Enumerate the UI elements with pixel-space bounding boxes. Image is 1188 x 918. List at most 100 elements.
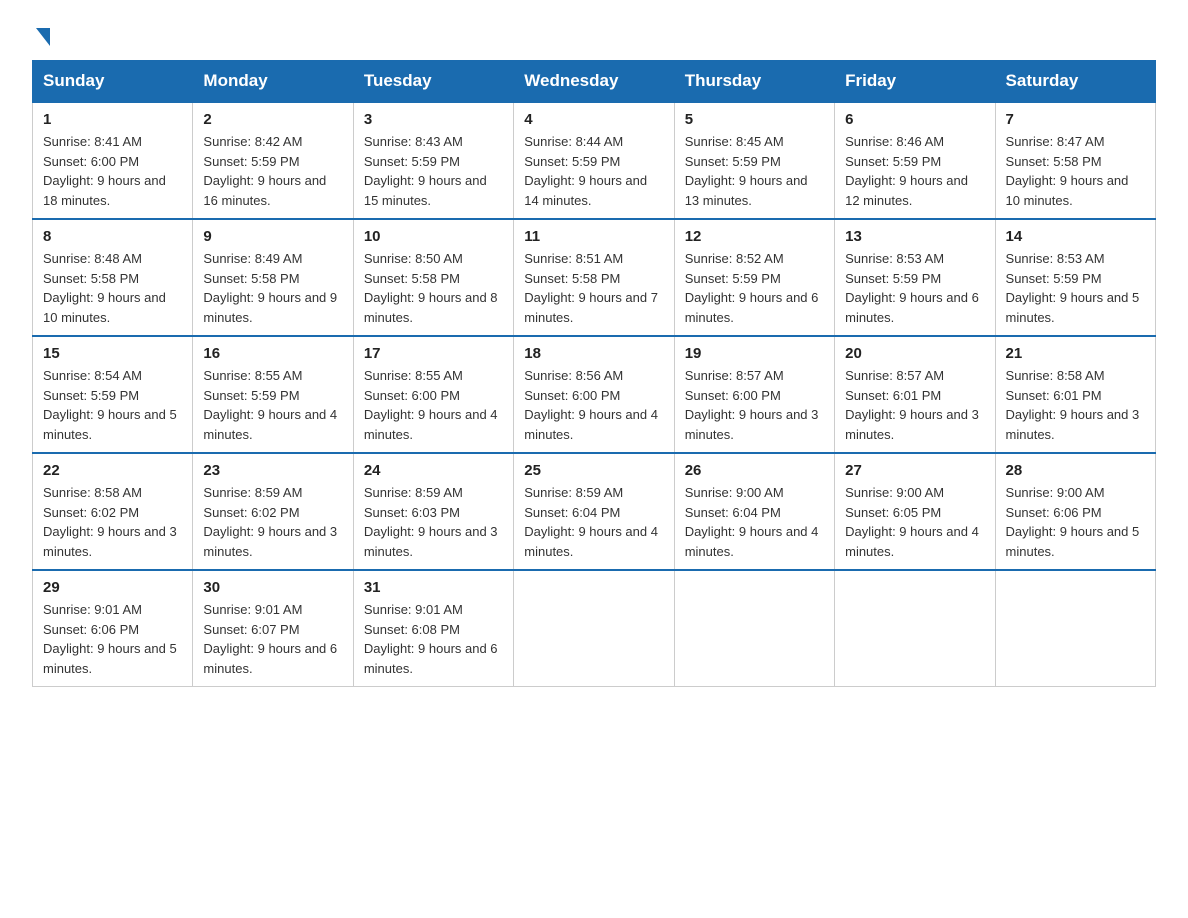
day-cell: 23 Sunrise: 8:59 AMSunset: 6:02 PMDayligh… bbox=[193, 453, 353, 570]
day-number: 14 bbox=[1006, 228, 1145, 245]
day-info: Sunrise: 8:53 AMSunset: 5:59 PMDaylight:… bbox=[845, 249, 984, 327]
day-number: 24 bbox=[364, 462, 503, 479]
day-info: Sunrise: 8:53 AMSunset: 5:59 PMDaylight:… bbox=[1006, 249, 1145, 327]
day-number: 1 bbox=[43, 111, 182, 128]
day-info: Sunrise: 8:59 AMSunset: 6:04 PMDaylight:… bbox=[524, 483, 663, 561]
day-cell bbox=[514, 570, 674, 687]
day-cell: 21 Sunrise: 8:58 AMSunset: 6:01 PMDayligh… bbox=[995, 336, 1155, 453]
calendar-table: SundayMondayTuesdayWednesdayThursdayFrid… bbox=[32, 60, 1156, 687]
day-cell: 20 Sunrise: 8:57 AMSunset: 6:01 PMDayligh… bbox=[835, 336, 995, 453]
day-cell: 8 Sunrise: 8:48 AMSunset: 5:58 PMDaylight… bbox=[33, 219, 193, 336]
day-info: Sunrise: 9:00 AMSunset: 6:04 PMDaylight:… bbox=[685, 483, 824, 561]
week-row-1: 1 Sunrise: 8:41 AMSunset: 6:00 PMDaylight… bbox=[33, 102, 1156, 219]
col-header-thursday: Thursday bbox=[674, 61, 834, 103]
day-cell: 29 Sunrise: 9:01 AMSunset: 6:06 PMDayligh… bbox=[33, 570, 193, 687]
day-number: 2 bbox=[203, 111, 342, 128]
day-info: Sunrise: 8:48 AMSunset: 5:58 PMDaylight:… bbox=[43, 249, 182, 327]
col-header-monday: Monday bbox=[193, 61, 353, 103]
days-header-row: SundayMondayTuesdayWednesdayThursdayFrid… bbox=[33, 61, 1156, 103]
day-info: Sunrise: 9:01 AMSunset: 6:06 PMDaylight:… bbox=[43, 600, 182, 678]
day-info: Sunrise: 8:55 AMSunset: 6:00 PMDaylight:… bbox=[364, 366, 503, 444]
col-header-friday: Friday bbox=[835, 61, 995, 103]
day-number: 20 bbox=[845, 345, 984, 362]
logo bbox=[32, 24, 50, 42]
day-number: 6 bbox=[845, 111, 984, 128]
day-number: 21 bbox=[1006, 345, 1145, 362]
day-cell bbox=[835, 570, 995, 687]
day-number: 17 bbox=[364, 345, 503, 362]
day-info: Sunrise: 8:55 AMSunset: 5:59 PMDaylight:… bbox=[203, 366, 342, 444]
day-cell: 6 Sunrise: 8:46 AMSunset: 5:59 PMDaylight… bbox=[835, 102, 995, 219]
day-info: Sunrise: 8:51 AMSunset: 5:58 PMDaylight:… bbox=[524, 249, 663, 327]
week-row-2: 8 Sunrise: 8:48 AMSunset: 5:58 PMDaylight… bbox=[33, 219, 1156, 336]
day-cell: 26 Sunrise: 9:00 AMSunset: 6:04 PMDayligh… bbox=[674, 453, 834, 570]
day-info: Sunrise: 8:57 AMSunset: 6:00 PMDaylight:… bbox=[685, 366, 824, 444]
day-number: 23 bbox=[203, 462, 342, 479]
day-info: Sunrise: 8:42 AMSunset: 5:59 PMDaylight:… bbox=[203, 132, 342, 210]
day-info: Sunrise: 8:59 AMSunset: 6:02 PMDaylight:… bbox=[203, 483, 342, 561]
col-header-saturday: Saturday bbox=[995, 61, 1155, 103]
day-info: Sunrise: 9:01 AMSunset: 6:07 PMDaylight:… bbox=[203, 600, 342, 678]
day-number: 22 bbox=[43, 462, 182, 479]
day-cell: 14 Sunrise: 8:53 AMSunset: 5:59 PMDayligh… bbox=[995, 219, 1155, 336]
col-header-sunday: Sunday bbox=[33, 61, 193, 103]
day-cell: 7Sunrise: 8:47 AMSunset: 5:58 PMDaylight… bbox=[995, 102, 1155, 219]
day-cell: 17 Sunrise: 8:55 AMSunset: 6:00 PMDayligh… bbox=[353, 336, 513, 453]
day-number: 10 bbox=[364, 228, 503, 245]
day-cell: 2 Sunrise: 8:42 AMSunset: 5:59 PMDaylight… bbox=[193, 102, 353, 219]
day-info: Sunrise: 8:52 AMSunset: 5:59 PMDaylight:… bbox=[685, 249, 824, 327]
day-cell: 9 Sunrise: 8:49 AMSunset: 5:58 PMDaylight… bbox=[193, 219, 353, 336]
day-number: 29 bbox=[43, 579, 182, 596]
day-info: Sunrise: 8:56 AMSunset: 6:00 PMDaylight:… bbox=[524, 366, 663, 444]
day-cell: 18 Sunrise: 8:56 AMSunset: 6:00 PMDayligh… bbox=[514, 336, 674, 453]
day-cell: 1 Sunrise: 8:41 AMSunset: 6:00 PMDaylight… bbox=[33, 102, 193, 219]
day-info: Sunrise: 9:00 AMSunset: 6:05 PMDaylight:… bbox=[845, 483, 984, 561]
day-cell: 4 Sunrise: 8:44 AMSunset: 5:59 PMDaylight… bbox=[514, 102, 674, 219]
day-number: 9 bbox=[203, 228, 342, 245]
day-info: Sunrise: 8:50 AMSunset: 5:58 PMDaylight:… bbox=[364, 249, 503, 327]
day-info: Sunrise: 8:58 AMSunset: 6:01 PMDaylight:… bbox=[1006, 366, 1145, 444]
day-number: 7 bbox=[1006, 111, 1145, 128]
day-info: Sunrise: 8:57 AMSunset: 6:01 PMDaylight:… bbox=[845, 366, 984, 444]
day-info: Sunrise: 8:58 AMSunset: 6:02 PMDaylight:… bbox=[43, 483, 182, 561]
day-info: Sunrise: 8:49 AMSunset: 5:58 PMDaylight:… bbox=[203, 249, 342, 327]
day-cell: 11Sunrise: 8:51 AMSunset: 5:58 PMDayligh… bbox=[514, 219, 674, 336]
day-cell: 31Sunrise: 9:01 AMSunset: 6:08 PMDayligh… bbox=[353, 570, 513, 687]
day-number: 26 bbox=[685, 462, 824, 479]
day-cell: 3 Sunrise: 8:43 AMSunset: 5:59 PMDaylight… bbox=[353, 102, 513, 219]
col-header-tuesday: Tuesday bbox=[353, 61, 513, 103]
day-info: Sunrise: 9:00 AMSunset: 6:06 PMDaylight:… bbox=[1006, 483, 1145, 561]
day-number: 3 bbox=[364, 111, 503, 128]
col-header-wednesday: Wednesday bbox=[514, 61, 674, 103]
day-cell: 12 Sunrise: 8:52 AMSunset: 5:59 PMDayligh… bbox=[674, 219, 834, 336]
day-number: 18 bbox=[524, 345, 663, 362]
day-number: 30 bbox=[203, 579, 342, 596]
day-number: 25 bbox=[524, 462, 663, 479]
day-number: 8 bbox=[43, 228, 182, 245]
day-info: Sunrise: 8:44 AMSunset: 5:59 PMDaylight:… bbox=[524, 132, 663, 210]
logo-triangle-icon bbox=[36, 28, 50, 46]
day-cell: 5 Sunrise: 8:45 AMSunset: 5:59 PMDaylight… bbox=[674, 102, 834, 219]
day-info: Sunrise: 8:46 AMSunset: 5:59 PMDaylight:… bbox=[845, 132, 984, 210]
day-info: Sunrise: 9:01 AMSunset: 6:08 PMDaylight:… bbox=[364, 600, 503, 678]
day-cell: 15 Sunrise: 8:54 AMSunset: 5:59 PMDayligh… bbox=[33, 336, 193, 453]
day-number: 19 bbox=[685, 345, 824, 362]
day-number: 5 bbox=[685, 111, 824, 128]
day-cell: 27 Sunrise: 9:00 AMSunset: 6:05 PMDayligh… bbox=[835, 453, 995, 570]
day-info: Sunrise: 8:43 AMSunset: 5:59 PMDaylight:… bbox=[364, 132, 503, 210]
day-number: 12 bbox=[685, 228, 824, 245]
day-number: 15 bbox=[43, 345, 182, 362]
day-number: 16 bbox=[203, 345, 342, 362]
day-cell bbox=[674, 570, 834, 687]
day-number: 4 bbox=[524, 111, 663, 128]
day-number: 27 bbox=[845, 462, 984, 479]
day-info: Sunrise: 8:54 AMSunset: 5:59 PMDaylight:… bbox=[43, 366, 182, 444]
day-info: Sunrise: 8:41 AMSunset: 6:00 PMDaylight:… bbox=[43, 132, 182, 210]
day-cell: 22 Sunrise: 8:58 AMSunset: 6:02 PMDayligh… bbox=[33, 453, 193, 570]
day-cell: 28Sunrise: 9:00 AMSunset: 6:06 PMDayligh… bbox=[995, 453, 1155, 570]
day-info: Sunrise: 8:45 AMSunset: 5:59 PMDaylight:… bbox=[685, 132, 824, 210]
page-header bbox=[32, 24, 1156, 42]
week-row-4: 22 Sunrise: 8:58 AMSunset: 6:02 PMDayligh… bbox=[33, 453, 1156, 570]
day-cell: 25 Sunrise: 8:59 AMSunset: 6:04 PMDayligh… bbox=[514, 453, 674, 570]
day-cell: 24Sunrise: 8:59 AMSunset: 6:03 PMDayligh… bbox=[353, 453, 513, 570]
